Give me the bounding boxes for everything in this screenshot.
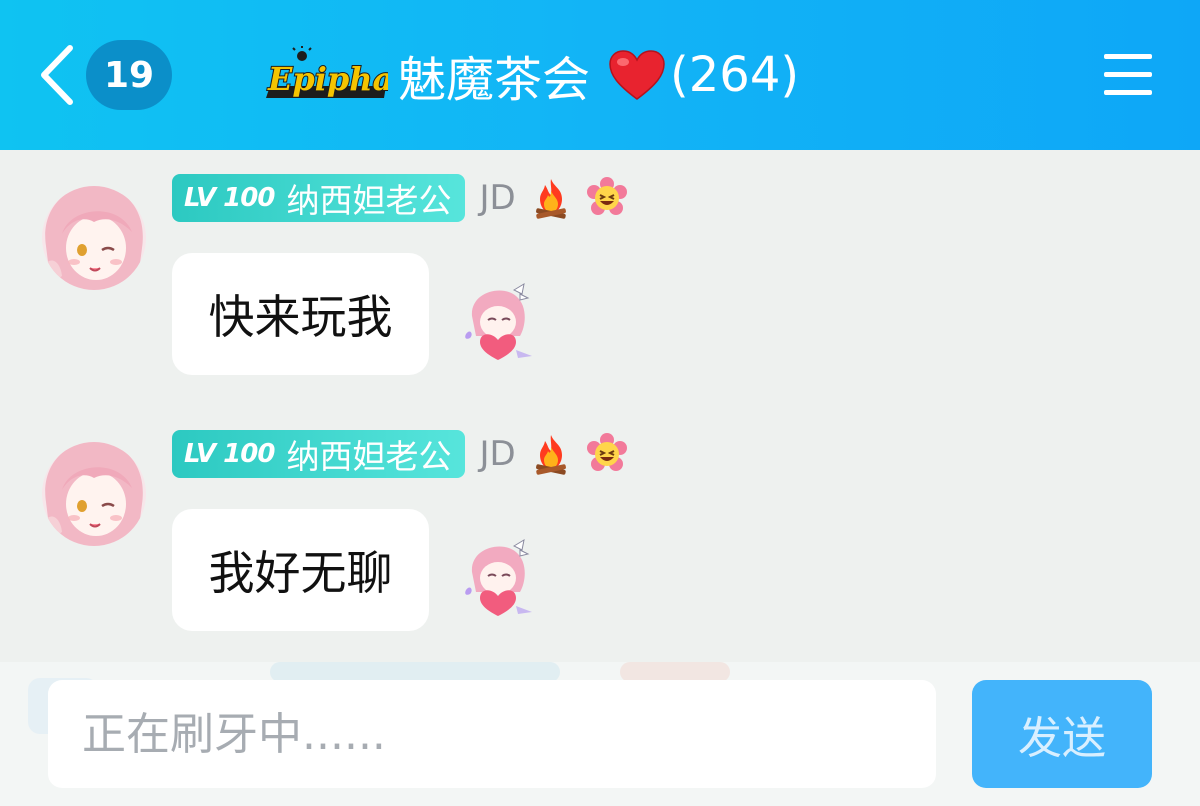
laughing-flower-icon xyxy=(586,433,627,471)
sticker-icon[interactable] xyxy=(462,282,534,362)
heart-icon xyxy=(609,50,665,100)
fire-icon xyxy=(535,179,566,219)
message-input[interactable] xyxy=(48,680,936,788)
laughing-flower-icon xyxy=(586,177,627,215)
member-count: (264) xyxy=(670,47,800,103)
message-bubble[interactable]: 我好无聊 xyxy=(172,509,429,631)
menu-button[interactable] xyxy=(1104,54,1152,96)
fire-icon xyxy=(535,435,566,475)
send-button[interactable]: 发送 xyxy=(972,680,1152,788)
nickname: 纳西妲老公 xyxy=(286,437,452,476)
background-decoration xyxy=(270,662,560,682)
user-tag: JD xyxy=(479,178,516,218)
level-label: LV 100 xyxy=(184,439,275,469)
sticker-icon[interactable] xyxy=(462,538,534,618)
user-tag: JD xyxy=(479,434,516,474)
level-label: LV 100 xyxy=(184,183,275,213)
user-title-tag[interactable]: LV 100 纳西妲老公 xyxy=(172,174,466,222)
unread-count-badge[interactable]: 19 xyxy=(86,40,172,110)
nickname: 纳西妲老公 xyxy=(286,181,452,220)
group-name: 魅魔茶会 xyxy=(398,52,591,108)
chat-header: 19 Epiphany 魅魔茶会 (264) xyxy=(0,0,1200,150)
background-decoration xyxy=(620,662,730,682)
group-logo: Epiphany xyxy=(262,46,439,104)
avatar[interactable] xyxy=(40,432,148,550)
chevron-left-icon xyxy=(41,45,73,105)
back-button[interactable] xyxy=(38,44,78,106)
message-bubble[interactable]: 快来玩我 xyxy=(172,253,429,375)
message-item: LV 100 纳西妲老公 JD 我好无聊 xyxy=(0,426,1200,656)
message-meta: LV 100 纳西妲老公 JD xyxy=(172,430,628,478)
message-item: LV 100 纳西妲老公 JD 快来玩我 xyxy=(0,170,1200,400)
chat-title[interactable]: 魅魔茶会 (264) xyxy=(398,44,800,108)
svg-text:Epiphany: Epiphany xyxy=(267,60,388,98)
avatar[interactable] xyxy=(40,176,148,294)
message-meta: LV 100 纳西妲老公 JD xyxy=(172,174,628,222)
user-title-tag[interactable]: LV 100 纳西妲老公 xyxy=(172,430,466,478)
